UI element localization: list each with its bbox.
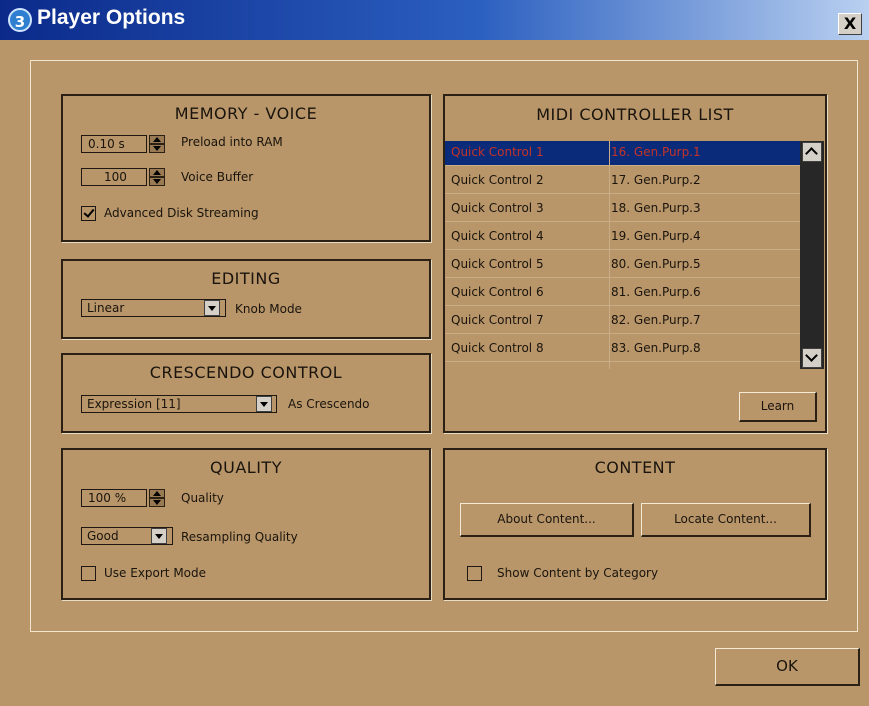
spin-down-icon[interactable] bbox=[149, 498, 165, 507]
player-options-window: 3 Player Options X MEMORY - VOICE 0.10 s… bbox=[0, 0, 869, 706]
dropdown-arrow-icon[interactable] bbox=[151, 528, 167, 544]
learn-button[interactable]: Learn bbox=[739, 392, 817, 422]
advanced-disk-streaming-checkbox[interactable] bbox=[81, 206, 96, 221]
crescendo-controller-select[interactable]: Expression [11] bbox=[81, 395, 277, 413]
voice-buffer-label: Voice Buffer bbox=[181, 170, 254, 184]
crescendo-group: CRESCENDO CONTROL bbox=[61, 353, 431, 433]
controller-cc: 19. Gen.Purp.4 bbox=[611, 229, 701, 243]
control-name: Quick Control 8 bbox=[451, 341, 544, 355]
control-name: Quick Control 6 bbox=[451, 285, 544, 299]
control-name: Quick Control 4 bbox=[451, 229, 544, 243]
voice-buffer-field[interactable]: 100 bbox=[81, 168, 147, 186]
control-name: Quick Control 1 bbox=[451, 145, 544, 159]
spin-up-icon[interactable] bbox=[149, 135, 165, 144]
controller-cc: 81. Gen.Purp.6 bbox=[611, 285, 701, 299]
voice-buffer-spinner[interactable] bbox=[149, 168, 165, 186]
quality-label: Quality bbox=[181, 491, 224, 505]
crescendo-title: CRESCENDO CONTROL bbox=[149, 363, 343, 382]
control-name: Quick Control 7 bbox=[451, 313, 544, 327]
list-item[interactable]: Quick Control 5 80. Gen.Purp.5 bbox=[445, 253, 800, 278]
content-title: CONTENT bbox=[594, 458, 676, 477]
controller-cc: 82. Gen.Purp.7 bbox=[611, 313, 701, 327]
controller-cc: 83. Gen.Purp.8 bbox=[611, 341, 701, 355]
close-button[interactable]: X bbox=[838, 13, 862, 35]
app-icon: 3 bbox=[8, 8, 32, 32]
midi-controller-title: MIDI CONTROLLER LIST bbox=[536, 105, 734, 124]
ok-button[interactable]: OK bbox=[715, 648, 860, 686]
spin-down-icon[interactable] bbox=[149, 177, 165, 186]
quality-spinner[interactable] bbox=[149, 489, 165, 507]
preload-value-field[interactable]: 0.10 s bbox=[81, 135, 147, 153]
window-title: Player Options bbox=[37, 6, 186, 29]
spin-up-icon[interactable] bbox=[149, 489, 165, 498]
list-item[interactable]: Quick Control 4 19. Gen.Purp.4 bbox=[445, 225, 800, 250]
scroll-down-icon[interactable] bbox=[802, 348, 822, 368]
midi-controller-list[interactable]: Quick Control 1 16. Gen.Purp.1 Quick Cont… bbox=[445, 141, 800, 369]
list-item[interactable]: Quick Control 8 83. Gen.Purp.8 bbox=[445, 337, 800, 362]
column-divider bbox=[609, 141, 610, 369]
list-item[interactable]: Quick Control 3 18. Gen.Purp.3 bbox=[445, 197, 800, 222]
memory-voice-title: MEMORY - VOICE bbox=[174, 104, 318, 123]
dropdown-arrow-icon[interactable] bbox=[256, 396, 272, 412]
control-name: Quick Control 2 bbox=[451, 173, 544, 187]
title-bar[interactable]: 3 Player Options X bbox=[0, 0, 869, 40]
list-item[interactable]: Quick Control 7 82. Gen.Purp.7 bbox=[445, 309, 800, 334]
editing-title: EDITING bbox=[211, 269, 281, 288]
about-content-button[interactable]: About Content... bbox=[460, 503, 634, 537]
knob-mode-label: Knob Mode bbox=[235, 302, 302, 316]
controller-cc: 16. Gen.Purp.1 bbox=[611, 145, 701, 159]
controller-cc: 17. Gen.Purp.2 bbox=[611, 173, 701, 187]
list-item[interactable]: Quick Control 6 81. Gen.Purp.6 bbox=[445, 281, 800, 306]
advanced-disk-streaming-label: Advanced Disk Streaming bbox=[104, 206, 259, 220]
quality-title: QUALITY bbox=[210, 458, 282, 477]
show-by-category-label: Show Content by Category bbox=[497, 566, 659, 580]
controller-cc: 18. Gen.Purp.3 bbox=[611, 201, 701, 215]
list-scrollbar[interactable] bbox=[800, 141, 824, 369]
crescendo-label: As Crescendo bbox=[288, 397, 370, 411]
export-mode-checkbox[interactable] bbox=[81, 566, 96, 581]
quality-value-field[interactable]: 100 % bbox=[81, 489, 147, 507]
dropdown-arrow-icon[interactable] bbox=[204, 300, 220, 316]
control-name: Quick Control 5 bbox=[451, 257, 544, 271]
controller-cc: 80. Gen.Purp.5 bbox=[611, 257, 701, 271]
preload-label: Preload into RAM bbox=[181, 135, 283, 149]
resampling-quality-label: Resampling Quality bbox=[181, 530, 298, 544]
spin-down-icon[interactable] bbox=[149, 144, 165, 153]
list-item[interactable]: Quick Control 1 16. Gen.Purp.1 bbox=[445, 141, 800, 166]
spin-up-icon[interactable] bbox=[149, 168, 165, 177]
close-icon: X bbox=[843, 14, 857, 33]
list-item[interactable]: Quick Control 2 17. Gen.Purp.2 bbox=[445, 169, 800, 194]
show-by-category-checkbox[interactable] bbox=[467, 566, 482, 581]
locate-content-button[interactable]: Locate Content... bbox=[641, 503, 811, 537]
control-name: Quick Control 3 bbox=[451, 201, 544, 215]
scroll-up-icon[interactable] bbox=[802, 142, 822, 162]
export-mode-label: Use Export Mode bbox=[104, 566, 207, 580]
preload-spinner[interactable] bbox=[149, 135, 165, 153]
